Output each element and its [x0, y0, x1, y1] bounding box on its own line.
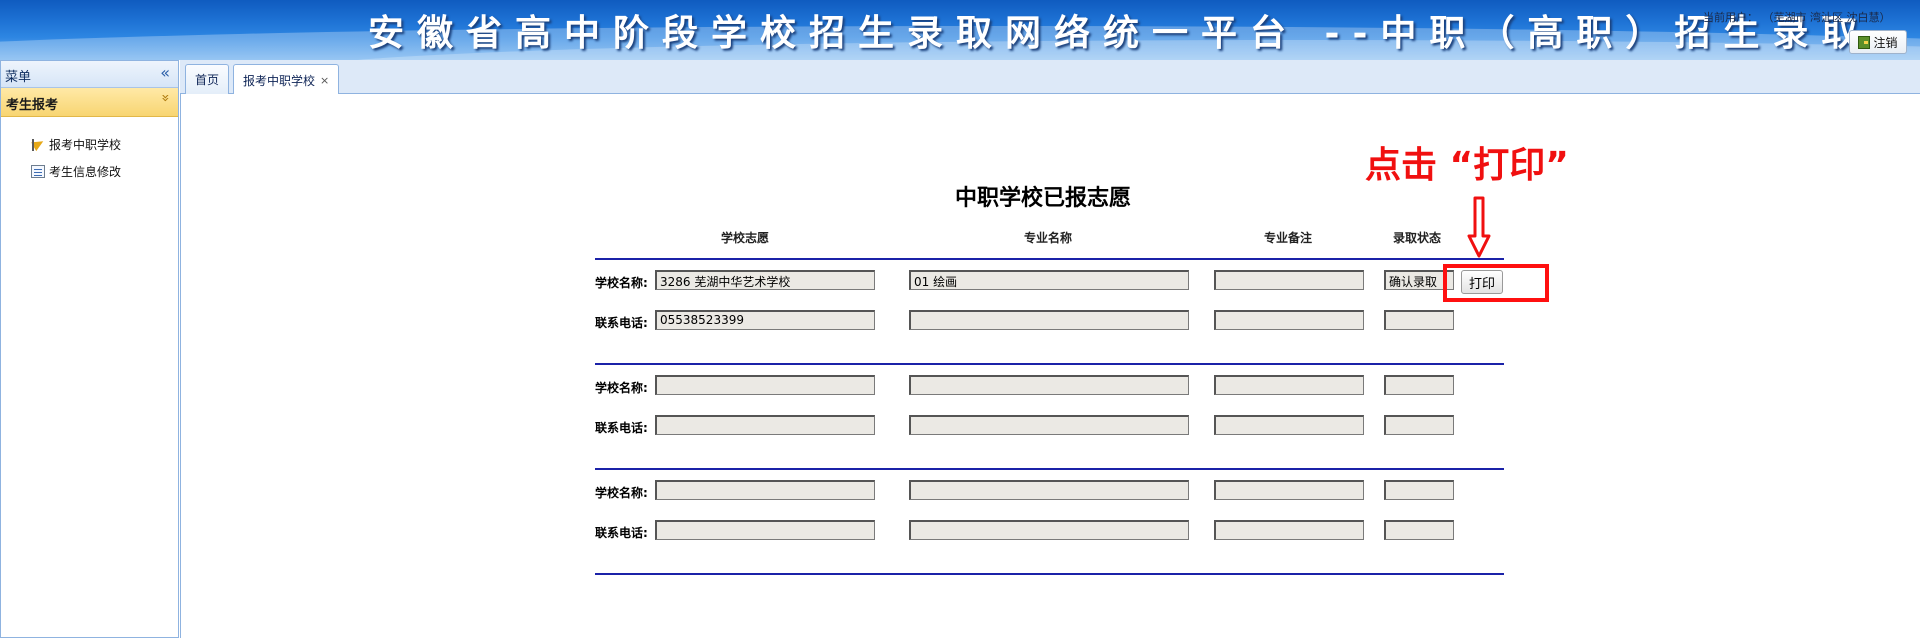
school-name-label: 学校名称:: [595, 381, 648, 395]
phone-row-status-field[interactable]: [1384, 520, 1454, 540]
tab-apply-school[interactable]: 报考中职学校 ×: [233, 64, 340, 95]
phone-label: 联系电话:: [595, 316, 648, 330]
school-name-field[interactable]: [655, 480, 875, 500]
major-note-field[interactable]: [1214, 270, 1364, 290]
app-title: 安徽省高中阶段学校招生录取网络统一平台 --中职（高职）招生录取: [368, 12, 1871, 54]
phone-label: 联系电话:: [595, 421, 648, 435]
major-name-field[interactable]: 01 绘画: [909, 270, 1189, 290]
exit-icon: [1858, 35, 1871, 49]
column-header-status: 录取状态: [1393, 231, 1442, 245]
sidebar-title: 菜单: [5, 70, 32, 85]
admission-status-field[interactable]: [1384, 480, 1454, 500]
sidebar-section-header[interactable]: 考生报考 «: [1, 88, 178, 117]
school-name-field[interactable]: 3286 芜湖中华艺术学校: [655, 270, 875, 290]
print-highlight-box: [1443, 264, 1549, 302]
school-name-label: 学校名称:: [595, 486, 648, 500]
phone-field[interactable]: [655, 520, 875, 540]
column-header-major-note: 专业备注: [1264, 231, 1313, 245]
tab-bar: 首页 报考中职学校 ×: [180, 60, 1920, 95]
column-header-school: 学校志愿: [721, 231, 770, 245]
column-header-major: 专业名称: [1024, 231, 1073, 245]
major-name-field[interactable]: [909, 480, 1189, 500]
divider: [595, 573, 1504, 575]
phone-row-major-field[interactable]: [909, 520, 1189, 540]
phone-row-status-field[interactable]: [1384, 415, 1454, 435]
sidebar-section-title: 考生报考: [6, 98, 59, 113]
close-icon[interactable]: ×: [320, 74, 329, 87]
phone-field[interactable]: [655, 415, 875, 435]
school-name-label: 学校名称:: [595, 276, 648, 290]
current-user-info: 当前用户： （芜湖市 湾沚区 沈白慧）: [1703, 9, 1891, 25]
sidebar-item-label: 考生信息修改: [49, 164, 122, 179]
phone-row-note-field[interactable]: [1214, 520, 1364, 540]
divider: [595, 258, 1504, 260]
app-header: 安徽省高中阶段学校招生录取网络统一平台 --中职（高职）招生录取 当前用户： （芜…: [0, 0, 1920, 60]
phone-row-major-field[interactable]: [909, 310, 1189, 330]
divider: [595, 363, 1504, 365]
phone-row-major-field[interactable]: [909, 415, 1189, 435]
annotation-text: 点击 “打印”: [1365, 145, 1569, 186]
phone-row-note-field[interactable]: [1214, 415, 1364, 435]
tab-home[interactable]: 首页: [185, 64, 230, 94]
double-chevron-up-icon[interactable]: «: [158, 94, 174, 103]
phone-label: 联系电话:: [595, 526, 648, 540]
page-title: 中职学校已报志愿: [955, 186, 1132, 211]
sidebar: 菜单 « 考生报考 « 报考中职学校 考生信息修改: [0, 60, 179, 638]
logout-label: 注销: [1873, 35, 1898, 50]
sidebar-item-apply-school[interactable]: 报考中职学校: [31, 135, 121, 153]
tab-label: 首页: [195, 73, 220, 87]
sidebar-item-label: 报考中职学校: [49, 137, 122, 152]
flag-icon: [31, 137, 45, 151]
phone-row-status-field[interactable]: [1384, 310, 1454, 330]
phone-row-note-field[interactable]: [1214, 310, 1364, 330]
sidebar-header: 菜单 «: [1, 61, 178, 88]
major-name-field[interactable]: [909, 375, 1189, 395]
school-name-field[interactable]: [655, 375, 875, 395]
phone-field[interactable]: 05538523399: [655, 310, 875, 330]
arrow-down-icon: [1467, 196, 1491, 258]
tab-label: 报考中职学校: [243, 73, 316, 88]
major-note-field[interactable]: [1214, 480, 1364, 500]
sidebar-item-edit-info[interactable]: 考生信息修改: [31, 162, 121, 180]
current-user-label: 当前用户：: [1703, 11, 1758, 24]
admission-status-field[interactable]: [1384, 375, 1454, 395]
form-icon: [31, 164, 45, 178]
logout-button[interactable]: 注销: [1849, 30, 1907, 54]
main-content: [180, 94, 1920, 638]
divider: [595, 468, 1504, 470]
double-chevron-left-icon[interactable]: «: [160, 63, 170, 82]
current-user-value: （芜湖市 湾沚区 沈白慧）: [1768, 11, 1891, 24]
major-note-field[interactable]: [1214, 375, 1364, 395]
